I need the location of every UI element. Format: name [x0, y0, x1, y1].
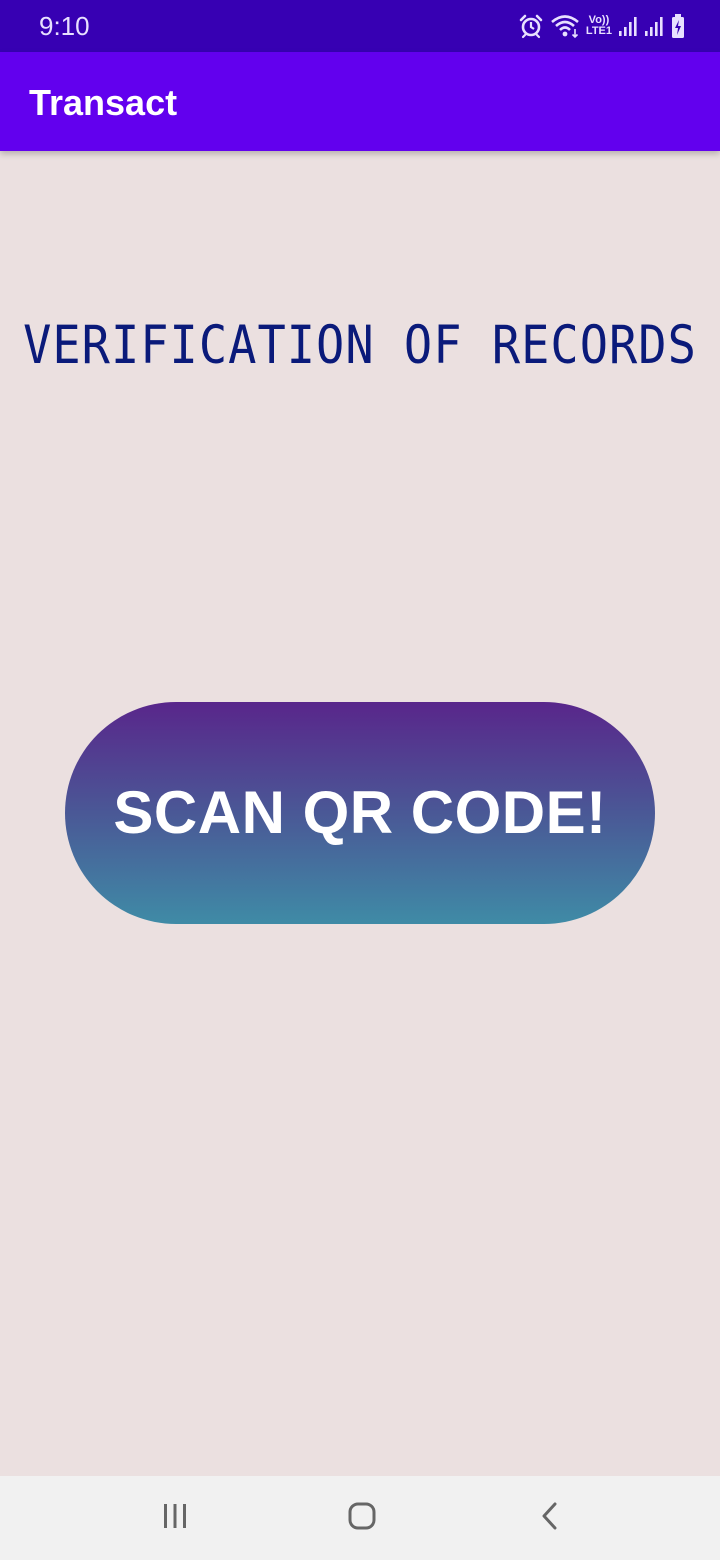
lte-label: LTE1	[585, 25, 612, 37]
scan-button-label: SCAN QR CODE!	[113, 779, 607, 846]
status-bar: 9:10 Vo)) LTE1	[0, 0, 720, 52]
navigation-bar	[0, 1476, 720, 1560]
home-icon	[346, 1500, 378, 1537]
recents-button[interactable]	[155, 1498, 195, 1538]
home-button[interactable]	[342, 1498, 382, 1538]
wifi-icon	[550, 13, 580, 39]
battery-charging-icon	[670, 13, 686, 39]
scan-qr-code-button[interactable]: SCAN QR CODE!	[65, 702, 655, 924]
signal-icon	[644, 15, 664, 37]
app-title: Transact	[29, 82, 178, 123]
volte-lte1-icon: Vo)) LTE1	[586, 15, 612, 37]
app-bar: Transact	[0, 52, 720, 151]
back-icon	[535, 1501, 565, 1536]
signal-icon	[618, 15, 638, 37]
back-button[interactable]	[530, 1498, 570, 1538]
status-time: 9:10	[39, 11, 90, 41]
alarm-icon	[518, 13, 544, 39]
recents-icon	[160, 1501, 190, 1536]
status-icons: Vo)) LTE1	[518, 10, 686, 42]
page-heading: VERIFICATION OF RECORDS	[23, 314, 697, 377]
